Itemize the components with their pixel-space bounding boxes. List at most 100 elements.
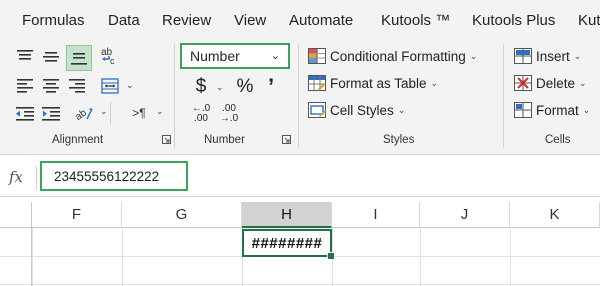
column-gridline [420, 228, 421, 286]
format-as-table-icon [308, 75, 326, 91]
delete-chevron-icon: ⌄ [579, 77, 587, 88]
percent-icon: % [236, 76, 254, 97]
accounting-format-button[interactable]: $ [190, 76, 212, 98]
number-group-label: Number [204, 134, 245, 146]
text-direction-chevron-icon[interactable]: ⌄ [156, 106, 164, 117]
column-gridline [122, 228, 123, 286]
accounting-chevron-icon[interactable]: ⌄ [216, 82, 224, 93]
align-left-icon [17, 79, 33, 93]
format-as-table-label: Format as Table [330, 75, 427, 91]
insert-function-icon[interactable]: fx [9, 168, 23, 186]
align-center-button[interactable] [40, 76, 62, 96]
insert-cells-icon [514, 48, 532, 64]
fill-handle[interactable] [327, 252, 335, 260]
format-as-table-chevron-icon: ⌄ [430, 77, 439, 88]
cell-styles-chevron-icon: ⌄ [397, 104, 406, 115]
number-format-dropdown[interactable]: Number ⌄ [180, 43, 290, 69]
delete-label: Delete [536, 75, 576, 91]
merge-dropdown-chevron-icon[interactable]: ⌄ [126, 80, 134, 91]
column-header-f[interactable]: F [32, 202, 122, 228]
format-cells-button[interactable]: Format ⌄ [514, 102, 590, 118]
decrease-indent-icon [16, 107, 34, 121]
middle-align-button[interactable] [40, 46, 62, 68]
tab-kutools-truncated[interactable]: Kut [578, 12, 600, 29]
percent-style-button[interactable]: % [234, 76, 256, 98]
align-center-icon [43, 79, 59, 93]
tab-view[interactable]: View [234, 12, 266, 29]
bottom-align-button[interactable] [66, 45, 92, 71]
column-header-h[interactable]: H [242, 202, 332, 228]
cell-overflow-value: ######## [251, 234, 323, 252]
formula-bar-divider [36, 166, 37, 190]
ribbon: ab c ⌄ ab ⌄ > ¶ ⌄ Alignment Number ⌄ $ ⌄… [0, 38, 600, 155]
format-as-table-button[interactable]: Format as Table ⌄ [308, 75, 438, 91]
group-separator [503, 44, 504, 148]
cell-styles-button[interactable]: Cell Styles ⌄ [308, 102, 405, 118]
merge-center-icon [101, 78, 119, 94]
currency-icon: $ [195, 76, 207, 97]
number-dialog-launcher-icon[interactable] [282, 135, 291, 144]
text-direction-icon: > [132, 106, 140, 120]
cell-styles-icon [308, 102, 326, 118]
increase-decimal-bottom: .00 [194, 113, 208, 124]
selected-cell-h[interactable]: ######## [242, 229, 332, 257]
insert-chevron-icon: ⌄ [573, 50, 582, 61]
number-format-chevron-icon: ⌄ [270, 50, 280, 62]
cells-group-label: Cells [545, 134, 571, 146]
tab-automate[interactable]: Automate [289, 12, 353, 29]
formula-value: 23455556122222 [54, 168, 160, 184]
bottom-align-icon [71, 53, 87, 65]
decrease-decimal-bottom: →.0 [219, 113, 239, 124]
top-align-button[interactable] [14, 46, 36, 68]
format-chevron-icon: ⌄ [582, 104, 591, 115]
number-format-value: Number [190, 48, 240, 64]
top-align-icon [17, 50, 33, 60]
increase-indent-button[interactable] [40, 104, 62, 124]
svg-text:c: c [110, 56, 115, 66]
column-header-j[interactable]: J [420, 202, 510, 228]
formula-bar: fx 23455556122222 [0, 160, 600, 197]
align-right-icon [69, 79, 85, 93]
column-gridline [510, 228, 511, 286]
decrease-decimal-button[interactable]: .00 →.0 [216, 102, 242, 126]
insert-label: Insert [536, 48, 570, 64]
wrap-text-button[interactable]: ab c [98, 44, 122, 68]
increase-decimal-button[interactable]: ←.0 .00 [188, 102, 214, 126]
format-cells-icon [514, 102, 532, 118]
format-label: Format [536, 102, 579, 118]
formula-input[interactable]: 23455556122222 [40, 161, 188, 191]
conditional-formatting-icon [308, 48, 326, 64]
cell-styles-label: Cell Styles [330, 102, 394, 118]
align-left-button[interactable] [14, 76, 36, 96]
orientation-button[interactable]: ab [72, 102, 96, 124]
wrap-text-icon: abc [101, 47, 115, 66]
comma-style-button[interactable]: ’ [262, 74, 280, 99]
decrease-indent-button[interactable] [14, 104, 36, 124]
alignment-divider [110, 102, 111, 124]
select-all-corner[interactable] [0, 202, 32, 228]
group-separator [298, 44, 299, 148]
column-header-i[interactable]: I [332, 202, 420, 228]
tab-review[interactable]: Review [162, 12, 211, 29]
tab-formulas[interactable]: Formulas [22, 12, 85, 29]
middle-align-icon [43, 52, 59, 62]
alignment-dialog-launcher-icon[interactable] [162, 135, 171, 144]
column-gridline [32, 228, 33, 286]
insert-cells-button[interactable]: Insert ⌄ [514, 48, 581, 64]
comma-icon: ’ [267, 74, 275, 99]
text-direction-button[interactable]: > ¶ [124, 103, 154, 123]
increase-indent-icon [42, 107, 60, 121]
align-right-button[interactable] [66, 76, 88, 96]
conditional-formatting-button[interactable]: Conditional Formatting ⌄ [308, 48, 477, 64]
styles-group-label: Styles [383, 134, 415, 146]
orientation-dropdown-chevron-icon[interactable]: ⌄ [100, 106, 108, 117]
column-header-g[interactable]: G [122, 202, 242, 228]
delete-cells-button[interactable]: Delete ⌄ [514, 75, 587, 91]
column-header-k[interactable]: K [510, 202, 600, 228]
tab-data[interactable]: Data [108, 12, 140, 29]
ribbon-tab-bar: Formulas Data Review View Automate Kutoo… [0, 0, 600, 38]
merge-center-button[interactable] [98, 76, 122, 96]
row-headers[interactable] [0, 228, 32, 286]
tab-kutools-plus[interactable]: Kutools Plus [472, 12, 555, 29]
tab-kutools[interactable]: Kutools ™ [381, 12, 450, 29]
